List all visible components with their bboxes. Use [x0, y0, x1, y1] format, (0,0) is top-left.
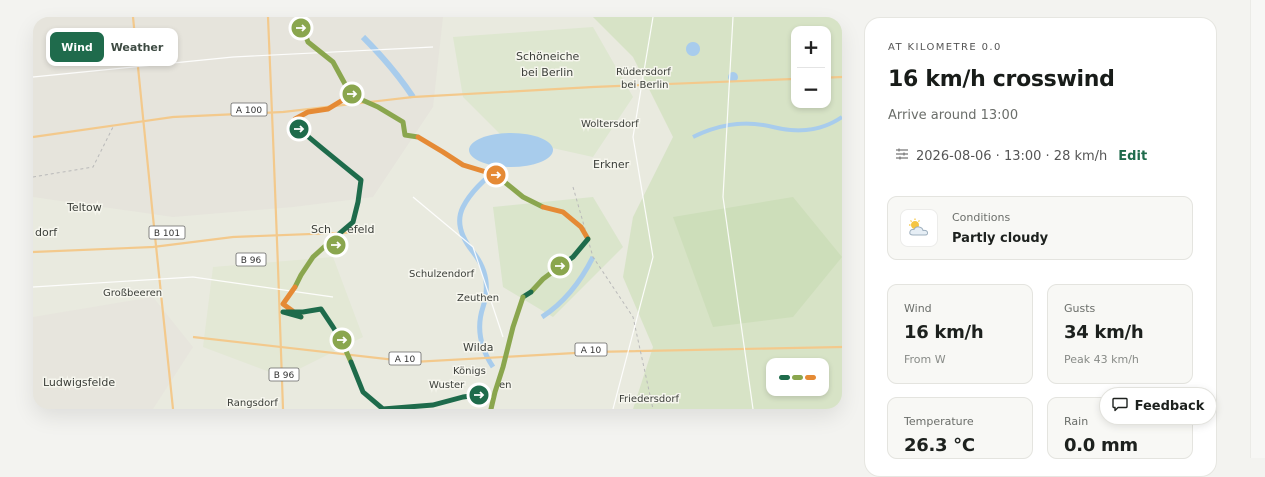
road-shield: A 10 [388, 351, 422, 366]
settings-summary: 2026-08-06 · 13:00 · 28 km/h [916, 148, 1108, 164]
ride-settings: 2026-08-06 · 13:00 · 28 km/h Edit [895, 147, 1147, 165]
road-shield: B 96 [268, 367, 300, 382]
sliders-icon [895, 147, 909, 165]
arrow-right-icon[interactable] [286, 116, 312, 142]
zoom-control: + − [791, 26, 831, 108]
road-shield: A 10 [574, 342, 608, 357]
place-label: Wilda [463, 341, 493, 354]
stat-label: Wind [904, 302, 932, 315]
arrow-right-icon[interactable] [288, 17, 314, 41]
place-label: bei Berlin [521, 66, 573, 79]
map-layer-toggle: Wind Weather [46, 28, 178, 66]
place-label: Königs [453, 366, 486, 377]
scrollbar-track[interactable] [1250, 0, 1265, 458]
arrow-right-icon[interactable] [547, 253, 573, 279]
partly-cloudy-icon [900, 209, 938, 247]
conditions-label: Conditions [952, 211, 1011, 224]
svg-text:B 101: B 101 [154, 229, 180, 239]
stat-value: 34 km/h [1064, 322, 1144, 343]
place-label: Erkner [593, 158, 630, 171]
place-label: Woltersdorf [581, 119, 639, 130]
place-label: Sch [311, 223, 331, 236]
gusts-stat-card: Gusts 34 km/h Peak 43 km/h [1047, 284, 1193, 384]
arrow-right-icon[interactable] [329, 327, 355, 353]
feedback-button[interactable]: Feedback [1099, 387, 1217, 425]
svg-text:A 100: A 100 [236, 106, 262, 116]
stat-sub: Peak 43 km/h [1064, 353, 1139, 366]
temperature-stat-card: Temperature 26.3 °C [887, 397, 1033, 459]
stat-value: 26.3 °C [904, 435, 975, 456]
wind-layer-button[interactable]: Wind [50, 32, 104, 62]
place-label: Rüdersdorf [616, 67, 671, 78]
stat-value: 0.0 mm [1064, 435, 1138, 456]
stat-label: Rain [1064, 415, 1089, 428]
stat-label: Temperature [904, 415, 974, 428]
arrow-right-icon[interactable] [483, 162, 509, 188]
place-label: dorf [35, 226, 58, 239]
road-shield: B 101 [148, 225, 186, 240]
svg-text:B 96: B 96 [274, 371, 295, 381]
conditions-value: Partly cloudy [952, 231, 1049, 246]
place-label: Teltow [66, 201, 102, 214]
place-label: Wuster [429, 380, 465, 391]
wind-stat-card: Wind 16 km/h From W [887, 284, 1033, 384]
conditions-card: Conditions Partly cloudy [887, 196, 1193, 260]
weather-layer-button[interactable]: Weather [104, 32, 170, 62]
arrow-right-icon[interactable] [466, 382, 492, 408]
wind-headline: 16 km/h crosswind [888, 67, 1115, 92]
svg-text:B 96: B 96 [241, 256, 262, 266]
legend-button[interactable] [766, 358, 829, 396]
kilometre-eyebrow: AT KILOMETRE 0.0 [888, 42, 1002, 53]
road-shield: B 96 [235, 252, 267, 267]
svg-text:A 10: A 10 [581, 346, 602, 356]
place-label: Ludwigsfelde [43, 376, 115, 389]
legend-tailwind-swatch [779, 374, 790, 380]
legend-crosswind-swatch [792, 374, 803, 380]
arrow-right-icon[interactable] [339, 81, 365, 107]
road-shield: A 100 [230, 102, 268, 117]
stat-sub: From W [904, 353, 946, 366]
svg-text:A 10: A 10 [395, 355, 416, 365]
route-map[interactable]: Schöneiche bei Berlin Rüdersdorf bei Ber… [33, 17, 842, 409]
edit-settings-link[interactable]: Edit [1118, 149, 1147, 164]
arrival-time: Arrive around 13:00 [888, 108, 1019, 123]
place-label: Rangsdorf [227, 398, 278, 409]
place-label: Friedersdorf [619, 394, 679, 405]
legend-headwind-swatch [805, 374, 816, 380]
feedback-label: Feedback [1134, 398, 1205, 414]
place-label: Schulzendorf [409, 269, 475, 280]
zoom-in-button[interactable]: + [791, 26, 831, 67]
chat-bubble-icon [1111, 397, 1128, 416]
stat-label: Gusts [1064, 302, 1096, 315]
map-canvas[interactable]: Schöneiche bei Berlin Rüdersdorf bei Ber… [33, 17, 842, 409]
place-label: Zeuthen [457, 293, 499, 304]
place-label: Großbeeren [103, 288, 162, 299]
place-label: Schöneiche [516, 50, 580, 63]
place-label: bei Berlin [621, 80, 668, 91]
zoom-out-button[interactable]: − [791, 68, 831, 109]
arrow-right-icon[interactable] [323, 232, 349, 258]
stat-value: 16 km/h [904, 322, 984, 343]
